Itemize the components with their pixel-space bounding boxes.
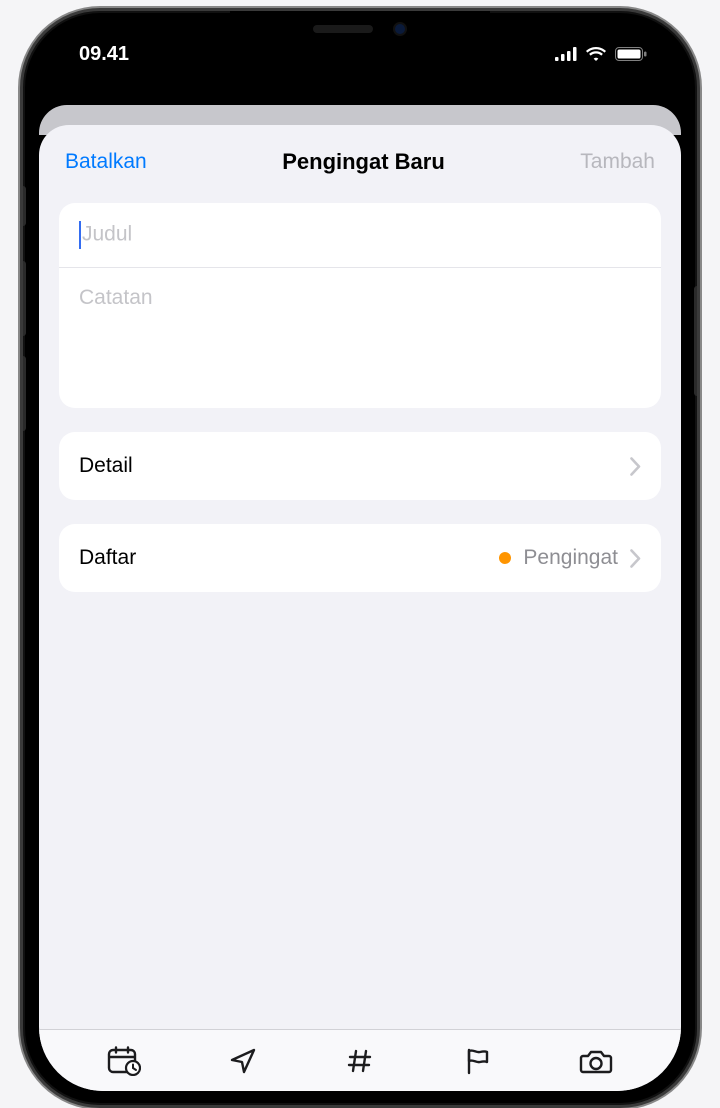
tag-icon[interactable] xyxy=(345,1046,375,1076)
title-field[interactable]: Judul xyxy=(59,203,661,268)
add-button[interactable]: Tambah xyxy=(580,150,655,174)
sheet-title: Pengingat Baru xyxy=(282,149,445,175)
power-button xyxy=(694,286,700,396)
list-color-dot xyxy=(499,552,511,564)
wifi-icon xyxy=(585,46,607,62)
speaker-grille xyxy=(313,25,373,33)
camera-icon[interactable] xyxy=(579,1047,613,1075)
detail-label: Detail xyxy=(79,454,133,478)
status-right xyxy=(555,46,647,62)
text-caret xyxy=(79,221,81,249)
sheet-body: Judul Catatan Detail xyxy=(39,193,681,1091)
phone-frame: 09.41 Batalkan Pengingat Baru Tambah xyxy=(20,8,700,1108)
list-value: Pengingat xyxy=(523,546,618,570)
new-reminder-sheet: Batalkan Pengingat Baru Tambah Judul Cat… xyxy=(39,125,681,1091)
keyboard-toolbar xyxy=(39,1029,681,1091)
cancel-button[interactable]: Batalkan xyxy=(65,150,147,174)
battery-icon xyxy=(615,47,647,61)
notes-field[interactable]: Catatan xyxy=(59,268,661,408)
sheet-header: Batalkan Pengingat Baru Tambah xyxy=(39,125,681,193)
notch xyxy=(230,11,490,47)
calendar-clock-icon[interactable] xyxy=(107,1046,141,1076)
flag-icon[interactable] xyxy=(462,1046,492,1076)
front-camera xyxy=(393,22,407,36)
chevron-right-icon xyxy=(630,549,641,568)
detail-row[interactable]: Detail xyxy=(59,432,661,500)
notes-placeholder: Catatan xyxy=(79,286,153,309)
list-row[interactable]: Daftar Pengingat xyxy=(59,524,661,592)
list-label: Daftar xyxy=(79,546,136,570)
volume-up-button xyxy=(20,261,26,336)
title-placeholder: Judul xyxy=(82,223,132,246)
silent-switch xyxy=(20,186,26,226)
chevron-right-icon xyxy=(630,457,641,476)
volume-down-button xyxy=(20,356,26,431)
detail-group: Detail xyxy=(59,432,661,500)
status-time: 09.41 xyxy=(79,43,129,66)
location-icon[interactable] xyxy=(228,1046,258,1076)
screen: 09.41 Batalkan Pengingat Baru Tambah xyxy=(39,25,681,1091)
cellular-icon xyxy=(555,47,577,61)
title-notes-group: Judul Catatan xyxy=(59,203,661,408)
list-group: Daftar Pengingat xyxy=(59,524,661,592)
